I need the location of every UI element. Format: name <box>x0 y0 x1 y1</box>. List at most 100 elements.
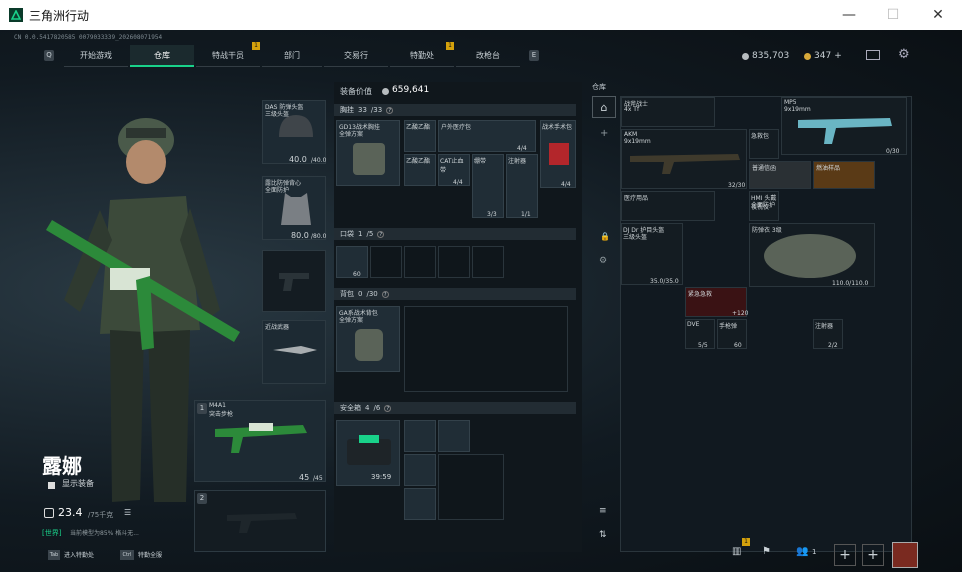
backpack-help-icon[interactable]: ? <box>381 290 389 298</box>
maximize-button[interactable]: ☐ <box>870 0 916 30</box>
grid-item[interactable]: 战术手术包 4/4 <box>540 120 576 188</box>
tab-operators[interactable]: 特战干员 <box>196 45 260 67</box>
tab-warehouse[interactable]: 仓库 <box>130 45 194 67</box>
stash-item[interactable]: HMI 头戴夜视仪 全面防护 <box>749 191 779 221</box>
pocket-slot[interactable] <box>438 246 470 278</box>
stash-item[interactable]: DJ Dr 护目头盔 三级头盔 35.0/35.0 <box>621 223 683 285</box>
nav-prev-key[interactable]: Q <box>44 50 54 61</box>
build-id: CN 0.0.5417820585 0079033339_20260807195… <box>14 34 163 41</box>
special-ops-server-label[interactable]: 特勤全服 <box>138 550 162 559</box>
loadout-panel: 装备价值 659,641 胸挂 33/33? GD13战术胸挂 全弹方案 乙酸乙酯… <box>334 82 582 552</box>
stash-item[interactable]: 注射器 2/2 <box>813 319 843 349</box>
chest-rig-help-icon[interactable]: ? <box>386 106 394 114</box>
layers-icon[interactable]: ≡ <box>599 506 607 516</box>
stash-tab-icon[interactable]: ⌂ <box>592 96 616 118</box>
sort-icon[interactable]: ⇅ <box>599 530 607 540</box>
mail-icon[interactable] <box>866 50 880 60</box>
chest-rig-item[interactable]: GD13战术胸挂 全弹方案 <box>336 120 400 186</box>
enter-special-ops-label[interactable]: 进入特勤处 <box>64 550 94 559</box>
backpack-grid[interactable] <box>404 306 568 392</box>
backpack-capacity-max: /30 <box>366 290 378 298</box>
stash-item[interactable]: 手枪弹 60 <box>717 319 747 349</box>
item-qty: 4/4 <box>517 145 527 152</box>
stash-item[interactable]: 防弹衣 3级 110.0/110.0 <box>749 223 875 287</box>
stash-item[interactable]: MP5 9x19mm 0/30 <box>781 97 907 155</box>
primary-weapon-slot[interactable]: 1 M4A1 突击步枪 45 /45 <box>194 400 326 482</box>
safebox-timer: 39:59 <box>371 473 392 481</box>
sidearm-slot[interactable] <box>262 250 326 312</box>
item-name: 急救包 <box>751 133 770 140</box>
invite-slot-button[interactable]: + <box>862 544 884 566</box>
safebox-slot[interactable] <box>438 420 470 452</box>
tab-key: Tab <box>48 550 60 560</box>
stash-item[interactable]: 急救包 <box>749 129 779 159</box>
list-icon[interactable]: ☰ <box>124 508 131 517</box>
close-button[interactable]: ✕ <box>915 0 961 30</box>
stash-item[interactable]: 战斧战士 4x Tf <box>621 97 715 127</box>
tab-start-game[interactable]: 开始游戏 <box>64 45 128 67</box>
grid-item[interactable]: 户外医疗包 4/4 <box>438 120 536 152</box>
loadout-value: 659,641 <box>392 85 430 95</box>
pocket-slot[interactable] <box>472 246 504 278</box>
grid-item[interactable]: 绷带 3/3 <box>472 154 504 218</box>
safebox-empty[interactable] <box>438 454 504 520</box>
safebox-slot[interactable] <box>404 488 436 520</box>
koen-value: 835,703 <box>752 51 790 61</box>
lock-icon[interactable]: 🔒 <box>600 232 610 241</box>
grid-item[interactable]: CAT止血带 4/4 <box>438 154 470 186</box>
item-qty: 35.0/35.0 <box>650 278 679 285</box>
player-avatar[interactable] <box>892 542 918 568</box>
pocket-slot[interactable] <box>404 246 436 278</box>
helmet-slot[interactable]: DAS 防弹头盔 三级头盔 40.0 /40.0 <box>262 100 326 164</box>
stash-item[interactable]: 医疗用品 <box>621 191 715 221</box>
stash-sidebar: 仓库 ⌂ + 🔒 ⚙ ≡ ⇅ <box>592 82 616 552</box>
stash-item[interactable]: 紧急急救 +120 <box>685 287 748 317</box>
item-qty: 32/30 <box>728 182 746 189</box>
item-name: DVE <box>687 321 700 328</box>
backpack-item[interactable]: GA系战术背包 全弹方案 <box>336 306 400 372</box>
operator-name: 露娜 <box>42 454 82 478</box>
show-gear-checkbox[interactable] <box>48 482 55 489</box>
nav-next-key[interactable]: E <box>529 50 539 61</box>
grid-item[interactable]: 乙酸乙酯 <box>404 154 436 186</box>
safebox-slot[interactable] <box>404 420 436 452</box>
stash-grid[interactable]: 战斧战士 4x Tf MP5 9x19mm 0/30 AKM 9x19mm 32/30 急… <box>620 96 912 552</box>
helmet-durability-max: /40.0 <box>311 157 327 164</box>
stash-settings-icon[interactable]: ⚙ <box>599 256 607 266</box>
settings-gear-icon[interactable]: ⚙ <box>898 47 910 62</box>
grid-item[interactable]: 乙酸乙酯 <box>404 120 436 152</box>
minimize-button[interactable]: — <box>826 0 872 30</box>
stats-icon[interactable]: ▥ <box>732 546 741 557</box>
item-qty: 3/3 <box>487 211 497 218</box>
stash-item[interactable]: AKM 9x19mm 32/30 <box>621 129 747 189</box>
melee-slot[interactable]: 近战武器 <box>262 320 326 384</box>
friends-icon[interactable]: 👥 <box>796 546 808 557</box>
grid-item[interactable]: 注射器 1/1 <box>506 154 538 218</box>
safebox-slot[interactable] <box>404 454 436 486</box>
stash-item[interactable]: 燃油样品 <box>813 161 875 189</box>
melee-name: 近战武器 <box>265 324 290 331</box>
tab-special-ops[interactable]: 特勤处 <box>390 45 454 67</box>
stash-item[interactable]: DVE 5/5 <box>685 319 715 349</box>
flag-icon[interactable]: ⚑ <box>762 546 771 557</box>
item-qty: 60 <box>734 342 742 349</box>
secondary-weapon-slot[interactable]: 2 <box>194 490 326 552</box>
item-name: AKM <box>624 131 638 138</box>
safebox-item[interactable]: 39:59 <box>336 420 400 486</box>
gold-add-button[interactable]: + <box>834 51 842 61</box>
koen-balance: 835,703 <box>742 51 789 61</box>
pocket-slot[interactable] <box>370 246 402 278</box>
pocket-item[interactable]: 60 <box>336 246 368 278</box>
pocket-help-icon[interactable]: ? <box>377 230 385 238</box>
backpack-icon <box>355 329 383 361</box>
tab-department[interactable]: 部门 <box>262 45 322 67</box>
pocket-capacity-max: /5 <box>366 230 374 238</box>
tab-gunsmith[interactable]: 改枪台 <box>456 45 520 67</box>
armor-slot[interactable]: 露比防弹背心 全面防护 80.0 /80.0 <box>262 176 326 240</box>
tab-trading[interactable]: 交易行 <box>324 45 388 67</box>
invite-slot-button[interactable]: + <box>834 544 856 566</box>
weight-max: /75千克 <box>88 511 114 519</box>
stash-add-icon[interactable]: + <box>600 128 608 139</box>
stash-item[interactable]: 普通信函 <box>749 161 811 189</box>
safebox-help-icon[interactable]: ? <box>384 404 392 412</box>
